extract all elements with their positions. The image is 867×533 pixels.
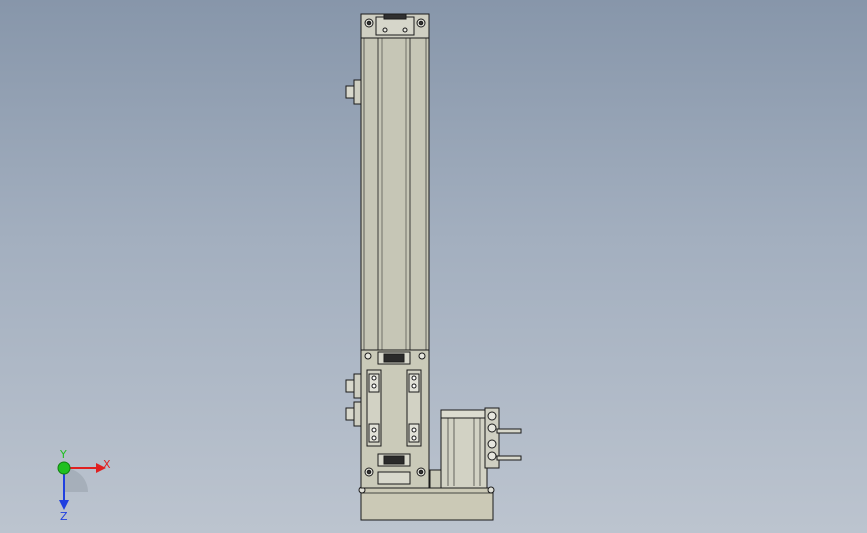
coordinate-triad: X Y Z <box>57 450 111 523</box>
linear-actuator-model[interactable] <box>0 0 867 533</box>
base-bolt-right <box>487 486 495 494</box>
motor-cable-upper <box>496 428 522 434</box>
cad-graphics-viewport[interactable]: X Y Z <box>0 0 867 533</box>
x-axis-label: X <box>103 458 111 471</box>
z-axis-label: Z <box>60 510 68 523</box>
motor-cable-lower <box>496 455 522 461</box>
y-axis-label: Y <box>59 450 67 461</box>
